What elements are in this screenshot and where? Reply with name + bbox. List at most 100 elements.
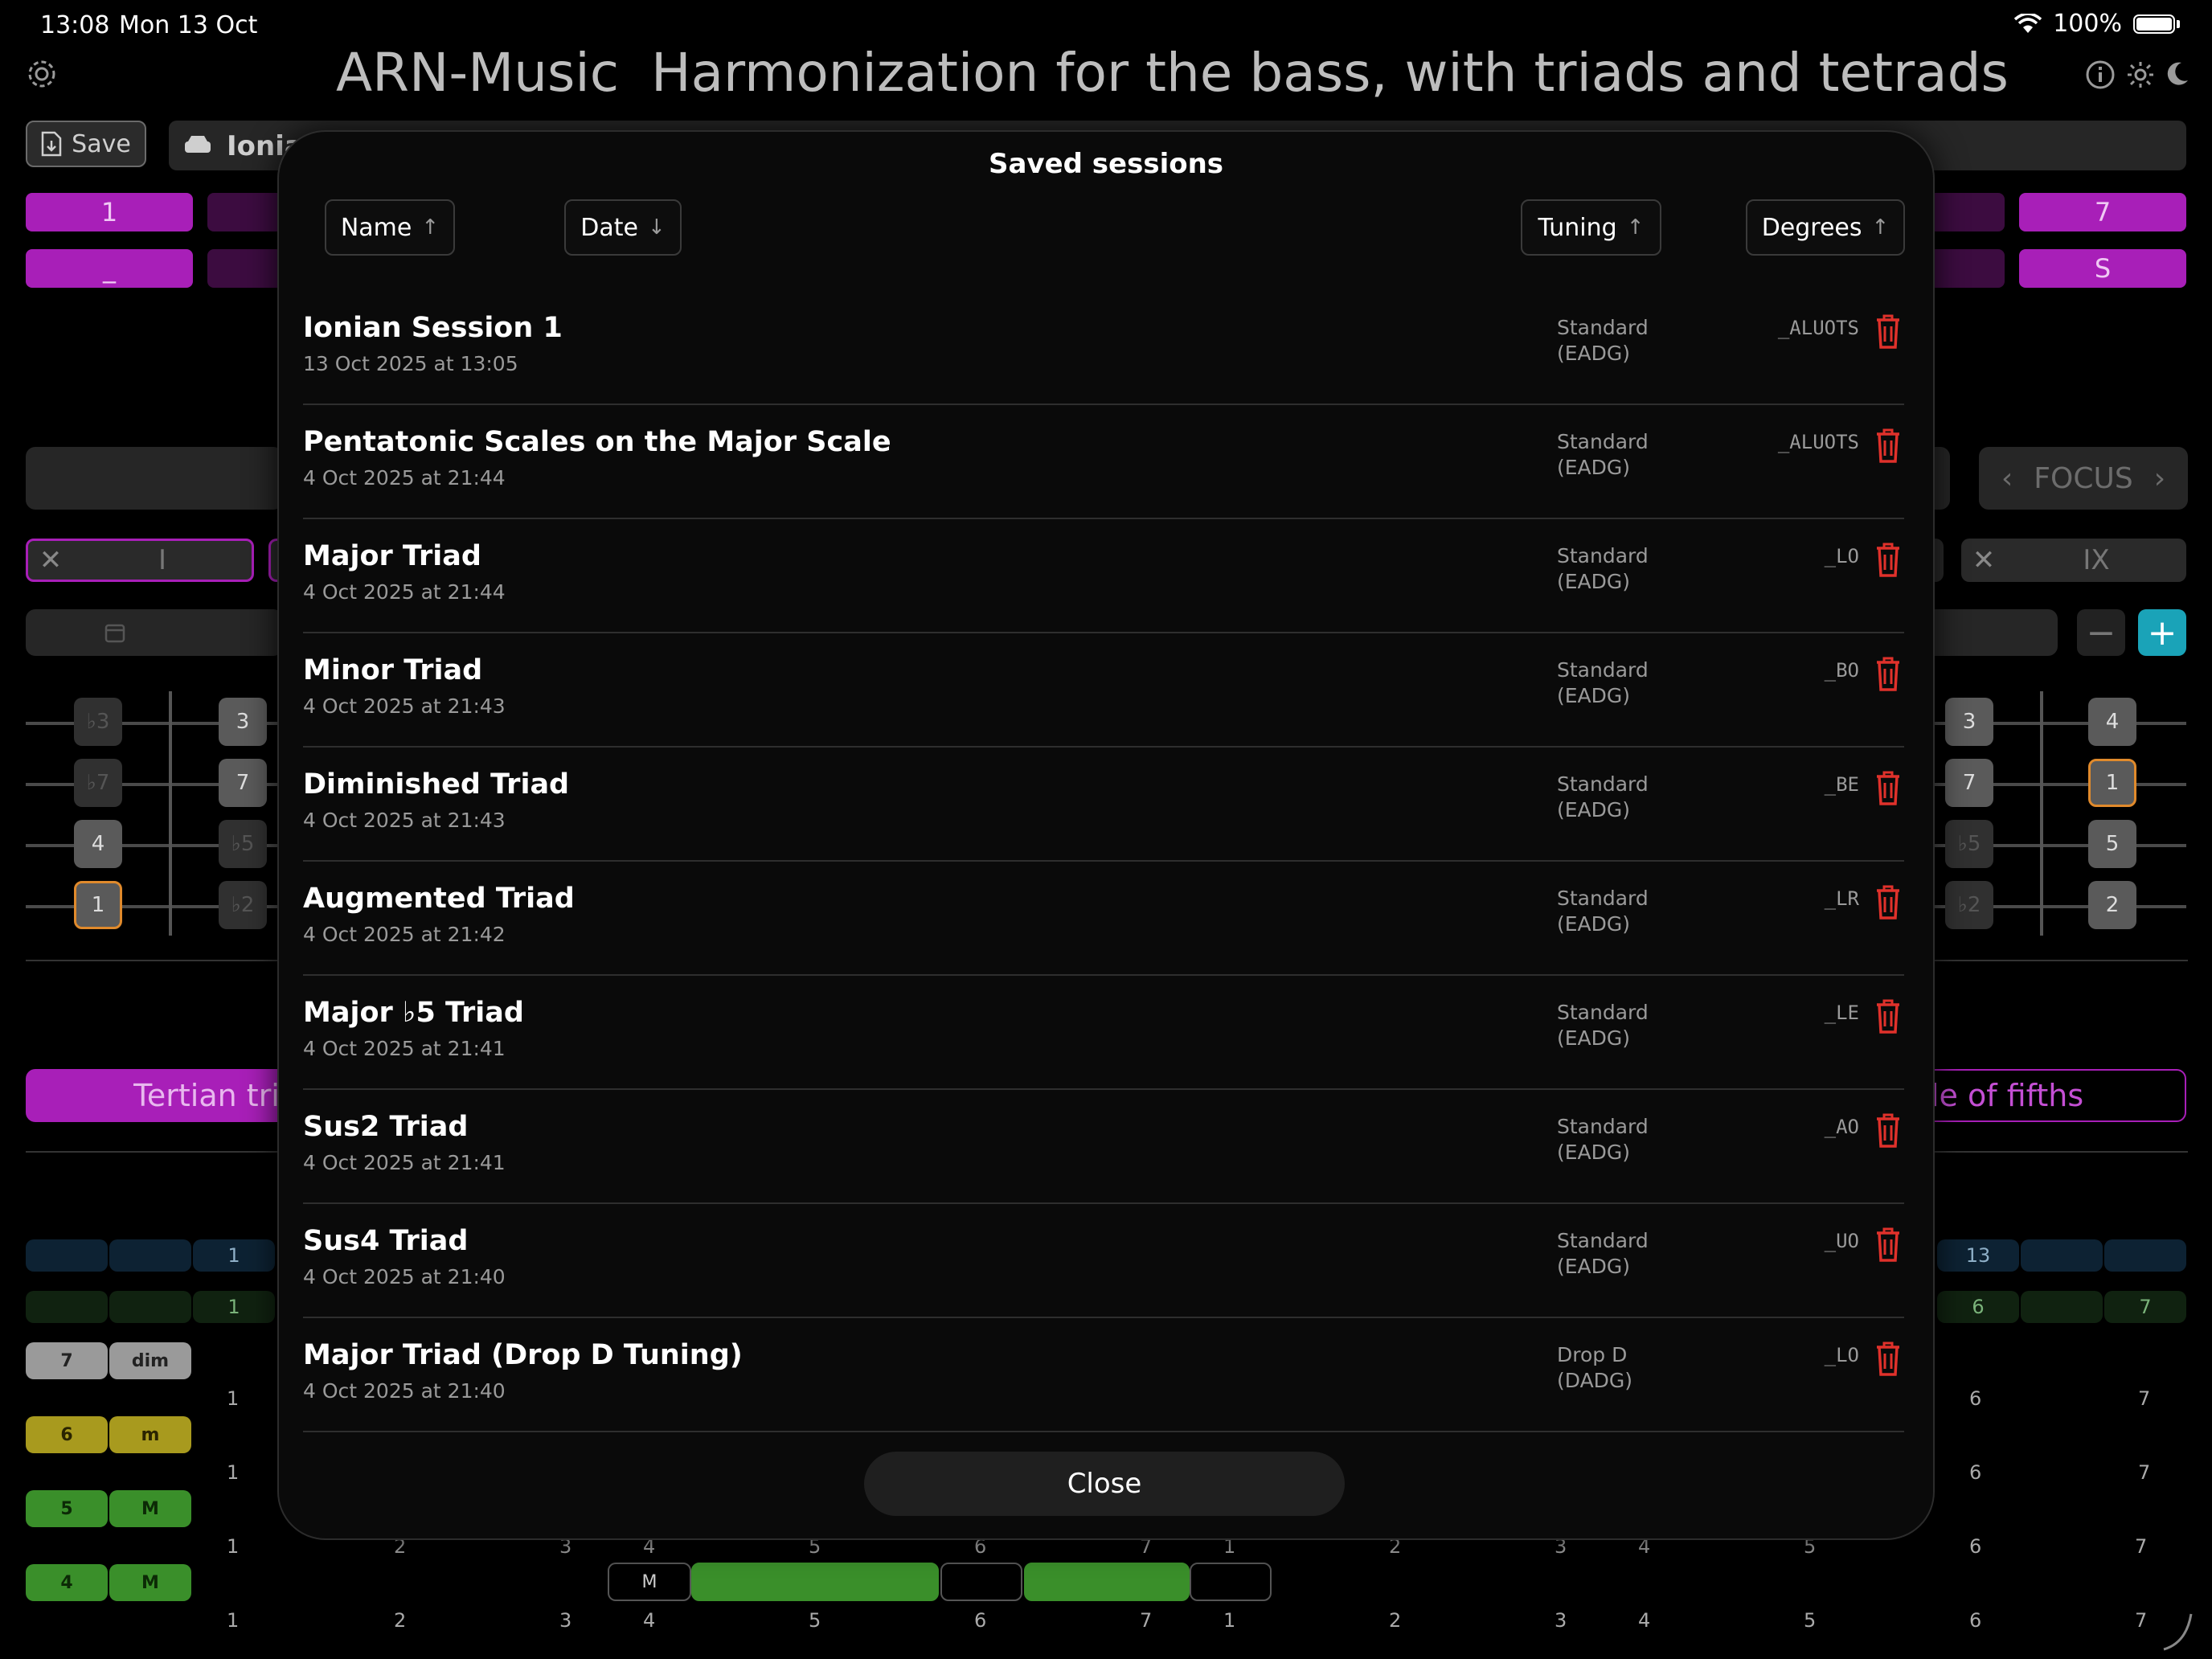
sort-by-tuning-button[interactable]: Tuning ↑ (1521, 199, 1661, 256)
note-marker[interactable]: ♭5 (219, 820, 267, 868)
circle-of-fifths-toggle[interactable]: le of fifths (1921, 1069, 2186, 1122)
session-row[interactable]: Augmented Triad 4 Oct 2025 at 21:42 Stan… (303, 862, 1904, 976)
close-icon[interactable]: ✕ (1961, 544, 2006, 576)
degree-pill-1[interactable]: 1 (26, 193, 193, 231)
grid-cell[interactable] (26, 1239, 108, 1272)
chord-degree-pill[interactable]: 7 (26, 1342, 108, 1379)
degree-pill[interactable] (207, 193, 288, 231)
grid-cell[interactable]: 7 (2104, 1291, 2186, 1323)
grid-cell[interactable]: 1 (193, 1239, 275, 1272)
grid-cell[interactable]: 13 (1937, 1239, 2019, 1272)
grid-cell[interactable] (26, 1291, 108, 1323)
session-row[interactable]: Sus2 Triad 4 Oct 2025 at 21:41 Standard … (303, 1090, 1904, 1204)
chord-degree-pill[interactable]: 5 (26, 1490, 108, 1527)
degree-pill-underscore[interactable]: _ (26, 249, 193, 288)
degree-pill-s[interactable]: S (2019, 249, 2186, 288)
chord-quality-pill[interactable]: m (109, 1416, 191, 1453)
note-marker[interactable]: 5 (2088, 820, 2136, 868)
chord-slot-ix[interactable]: ✕ IX (1961, 539, 2186, 582)
session-row[interactable]: Sus4 Triad 4 Oct 2025 at 21:40 Standard … (303, 1204, 1904, 1318)
trash-icon[interactable] (1872, 1111, 1904, 1149)
transport-bar[interactable] (26, 447, 283, 510)
tool-row-end[interactable] (1913, 609, 2058, 656)
session-degrees: _LE (1824, 1002, 1859, 1024)
session-tuning: Standard (EADG) (1557, 1000, 1649, 1051)
chevron-right-icon[interactable]: › (2154, 462, 2165, 495)
info-icon[interactable] (2085, 59, 2116, 93)
session-row[interactable]: Major Triad (Drop D Tuning) 4 Oct 2025 a… (303, 1318, 1904, 1432)
sort-by-name-button[interactable]: Name ↑ (325, 199, 455, 256)
chevron-left-icon[interactable]: ‹ (2001, 462, 2013, 495)
grid-cell[interactable] (2021, 1291, 2103, 1323)
segment-major[interactable]: M (608, 1563, 691, 1601)
tool-row[interactable] (26, 609, 283, 656)
minus-button[interactable]: − (2077, 609, 2125, 656)
chord-slot-i[interactable]: ✕ I (26, 539, 254, 582)
note-marker[interactable]: 7 (219, 759, 267, 807)
trash-icon[interactable] (1872, 1339, 1904, 1378)
grid-cell[interactable]: 6 (1937, 1291, 2019, 1323)
grid-cell[interactable] (109, 1239, 191, 1272)
saved-sessions-dialog: Saved sessions Name ↑ Date ↓ Tuning ↑ De… (277, 130, 1935, 1540)
trash-icon[interactable] (1872, 768, 1904, 807)
note-marker[interactable]: ♭5 (1945, 820, 1993, 868)
gear-icon[interactable] (26, 58, 58, 93)
close-icon[interactable]: ✕ (28, 544, 73, 576)
sort-by-degrees-button[interactable]: Degrees ↑ (1746, 199, 1905, 256)
segment[interactable] (940, 1563, 1022, 1601)
session-row[interactable]: Ionian Session 1 13 Oct 2025 at 13:05 St… (303, 291, 1904, 405)
session-row[interactable]: Major ♭5 Triad 4 Oct 2025 at 21:41 Stand… (303, 976, 1904, 1090)
trash-icon[interactable] (1872, 883, 1904, 921)
note-marker[interactable]: 2 (2088, 881, 2136, 929)
chord-slot-label: I (158, 544, 167, 576)
degree-pill-7[interactable]: 7 (2019, 193, 2186, 231)
session-row[interactable]: Diminished Triad 4 Oct 2025 at 21:43 Sta… (303, 748, 1904, 862)
tertian-triads-toggle[interactable]: Tertian tri (26, 1069, 291, 1122)
grid-cell[interactable] (2021, 1239, 2103, 1272)
chord-quality-pill[interactable]: M (109, 1490, 191, 1527)
session-name: Diminished Triad (303, 768, 570, 801)
session-row[interactable]: Minor Triad 4 Oct 2025 at 21:43 Standard… (303, 633, 1904, 748)
sort-by-date-button[interactable]: Date ↓ (564, 199, 682, 256)
note-marker[interactable]: ♭7 (74, 759, 122, 807)
trash-icon[interactable] (1872, 1225, 1904, 1264)
note-marker-root[interactable]: 1 (2088, 759, 2136, 807)
note-marker[interactable]: 3 (1945, 698, 1993, 746)
save-button[interactable]: Save (26, 121, 146, 167)
trash-icon[interactable] (1872, 540, 1904, 579)
note-marker[interactable]: 7 (1945, 759, 1993, 807)
trash-icon[interactable] (1872, 426, 1904, 465)
note-marker[interactable]: ♭3 (74, 698, 122, 746)
session-date: 13 Oct 2025 at 13:05 (303, 352, 518, 375)
tuning-name: Drop D (1557, 1343, 1628, 1366)
segment[interactable] (1190, 1563, 1272, 1601)
resize-handle-icon[interactable] (2162, 1611, 2194, 1654)
calendar-icon[interactable] (104, 622, 125, 646)
chord-degree-pill[interactable]: 4 (26, 1564, 108, 1601)
segment[interactable] (691, 1563, 939, 1601)
chord-degree-pill[interactable]: 6 (26, 1416, 108, 1453)
note-marker[interactable]: 3 (219, 698, 267, 746)
trash-icon[interactable] (1872, 312, 1904, 350)
plus-button[interactable]: + (2138, 609, 2186, 656)
session-row[interactable]: Pentatonic Scales on the Major Scale 4 O… (303, 405, 1904, 519)
sun-icon[interactable] (2127, 61, 2154, 92)
note-marker[interactable]: 4 (2088, 698, 2136, 746)
focus-selector[interactable]: ‹ FOCUS › (1979, 447, 2188, 510)
degree-pill[interactable] (207, 249, 288, 288)
grid-cell[interactable] (109, 1291, 191, 1323)
note-marker-root[interactable]: 1 (74, 881, 122, 929)
note-marker[interactable]: 4 (74, 820, 122, 868)
trash-icon[interactable] (1872, 997, 1904, 1035)
note-marker[interactable]: ♭2 (219, 881, 267, 929)
trash-icon[interactable] (1872, 654, 1904, 693)
grid-cell[interactable]: 1 (193, 1291, 275, 1323)
close-button[interactable]: Close (864, 1452, 1345, 1516)
session-row[interactable]: Major Triad 4 Oct 2025 at 21:44 Standard… (303, 519, 1904, 633)
chord-quality-pill[interactable]: dim (109, 1342, 191, 1379)
note-marker[interactable]: ♭2 (1945, 881, 1993, 929)
grid-cell[interactable] (2104, 1239, 2186, 1272)
segment[interactable] (1024, 1563, 1190, 1601)
moon-icon[interactable] (2165, 61, 2189, 90)
chord-quality-pill[interactable]: M (109, 1564, 191, 1601)
